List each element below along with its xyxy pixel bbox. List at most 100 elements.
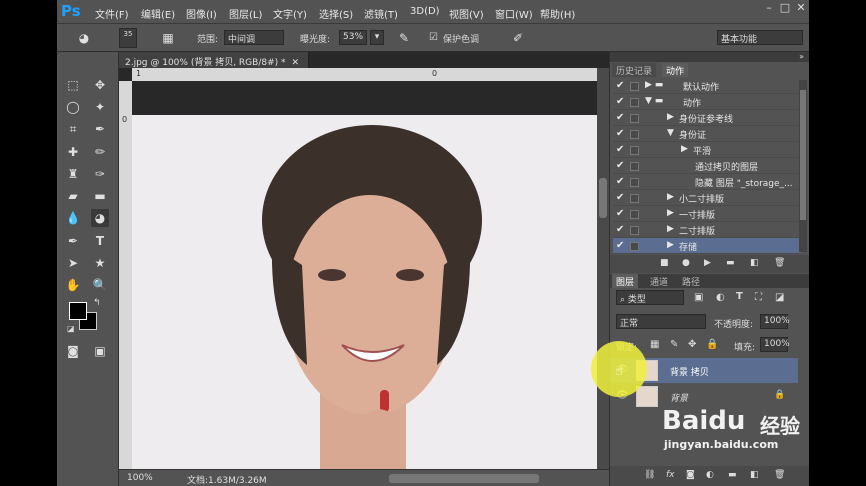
dialog-toggle-icon[interactable]	[630, 210, 639, 219]
layer-name[interactable]: 背景 拷贝	[670, 365, 709, 378]
filter-shape-icon[interactable]: ⛶	[755, 292, 762, 303]
expand-arrow-icon[interactable]: ▼ ▬	[645, 96, 663, 106]
dialog-toggle-icon[interactable]	[630, 226, 639, 235]
expand-arrow-icon[interactable]: ▶	[681, 144, 688, 154]
menu-filter[interactable]: 滤镜(T)	[364, 6, 398, 21]
list-item[interactable]: ✔ ▼ ▬ 动作	[613, 94, 801, 110]
brush-tool-icon[interactable]: ✏	[91, 143, 109, 161]
dialog-toggle-icon[interactable]	[630, 146, 639, 155]
tab-paths[interactable]: 路径	[678, 274, 704, 288]
expand-arrow-icon[interactable]: ▶	[667, 208, 674, 218]
default-colors-icon[interactable]: ◪	[67, 324, 75, 333]
check-icon[interactable]: ✔	[616, 160, 626, 171]
filter-adjust-icon[interactable]: ◐	[716, 292, 725, 303]
quick-mask-icon[interactable]: ◙	[64, 342, 82, 360]
dialog-toggle-icon[interactable]	[630, 114, 639, 123]
dodge-tool-icon[interactable]: ◕	[91, 209, 109, 227]
actions-scroll-thumb[interactable]	[800, 90, 806, 220]
menu-file[interactable]: 文件(F)	[95, 6, 129, 21]
menu-image[interactable]: 图像(I)	[186, 6, 217, 21]
menu-help[interactable]: 帮助(H)	[540, 6, 575, 21]
check-icon[interactable]: ✔	[616, 80, 626, 91]
play-icon[interactable]: ▶	[704, 258, 711, 268]
lock-position-icon[interactable]: ✥	[688, 339, 696, 350]
menu-layer[interactable]: 图层(L)	[229, 6, 262, 21]
text-tool-icon[interactable]: T	[91, 232, 109, 250]
collapse-panels-icon[interactable]: »	[799, 52, 804, 61]
screen-mode-icon[interactable]: ▣	[91, 342, 109, 360]
document-tab[interactable]: 2.jpg @ 100% (背景 拷贝, RGB/8#) * ✕	[119, 52, 309, 68]
path-select-icon[interactable]: ➤	[64, 254, 82, 272]
expand-arrow-icon[interactable]: ▶	[667, 224, 674, 234]
blend-mode-select[interactable]: 正常	[616, 314, 706, 329]
tab-actions[interactable]: 动作	[662, 63, 689, 77]
expand-arrow-icon[interactable]: ▶	[667, 192, 674, 202]
dialog-toggle-icon[interactable]	[630, 242, 639, 251]
foreground-color-swatch[interactable]	[69, 302, 87, 320]
filter-smart-icon[interactable]: ◪	[775, 292, 784, 303]
menu-select[interactable]: 选择(S)	[319, 6, 353, 21]
horizontal-scroll-thumb[interactable]	[389, 474, 539, 483]
list-item[interactable]: ✔ ▼ 身份证	[613, 126, 801, 142]
list-item[interactable]: ✔ ▶ 平滑	[613, 142, 801, 158]
zoom-level[interactable]: 100%	[127, 473, 153, 483]
menu-window[interactable]: 窗口(W)	[495, 6, 533, 21]
workspace-select[interactable]: 基本功能	[717, 30, 803, 45]
actions-scrollbar[interactable]	[799, 80, 807, 252]
delete-layer-icon[interactable]: 🗑	[774, 470, 785, 480]
pressure-icon[interactable]: ✐	[509, 29, 527, 47]
list-item[interactable]: ✔ 隐藏 图层 "_storage_...	[613, 174, 801, 190]
adjustment-layer-icon[interactable]: ◐	[706, 470, 714, 480]
document-info[interactable]: 文档:1.63M/3.26M	[187, 473, 267, 486]
exposure-dropdown-icon[interactable]: ▾	[370, 30, 384, 45]
close-icon[interactable]: ✕	[795, 2, 807, 14]
new-set-icon[interactable]: ▬	[726, 258, 735, 268]
expand-arrow-icon[interactable]: ▶ ▬	[645, 80, 663, 90]
lasso-tool-icon[interactable]: ◯	[64, 98, 82, 116]
check-icon[interactable]: ✔	[616, 240, 626, 251]
tab-channels[interactable]: 通道	[646, 274, 672, 288]
eyedropper-tool-icon[interactable]: ✒	[91, 120, 109, 138]
dialog-toggle-icon[interactable]	[630, 130, 639, 139]
crop-tool-icon[interactable]: ⌗	[64, 120, 82, 138]
check-icon[interactable]: ✔	[616, 144, 626, 155]
expand-arrow-icon[interactable]: ▼	[667, 128, 674, 138]
fill-input[interactable]: 100%	[760, 337, 790, 352]
fx-icon[interactable]: fx	[666, 470, 675, 480]
list-item[interactable]: ✔ ▶ 二寸排版	[613, 222, 801, 238]
list-item[interactable]: ✔ ▶ ▬ 默认动作	[613, 78, 801, 94]
vertical-scrollbar[interactable]	[597, 68, 609, 469]
filter-type-icon[interactable]: T	[736, 291, 743, 302]
minimize-icon[interactable]: –	[763, 2, 775, 14]
opacity-input[interactable]: 100%	[760, 314, 790, 329]
vertical-scroll-thumb[interactable]	[599, 178, 607, 218]
lock-all-icon[interactable]: 🔒	[706, 339, 718, 350]
range-select[interactable]: 中间调	[224, 30, 284, 45]
dialog-toggle-icon[interactable]	[630, 178, 639, 187]
lock-pixels-icon[interactable]: ▦	[650, 339, 659, 350]
new-group-icon[interactable]: ▬	[728, 470, 737, 480]
marquee-tool-icon[interactable]: ⬚	[64, 76, 82, 94]
list-item[interactable]: ✔ ▶ 小二寸排版	[613, 190, 801, 206]
pen-tool-icon[interactable]: ✒	[64, 232, 82, 250]
check-icon[interactable]: ✔	[616, 112, 626, 123]
link-layers-icon[interactable]: ⛓	[644, 470, 655, 480]
exposure-input[interactable]: 53%	[339, 30, 367, 45]
menu-edit[interactable]: 编辑(E)	[141, 6, 175, 21]
lock-image-icon[interactable]: ✎	[670, 339, 678, 350]
eraser-tool-icon[interactable]: ▰	[64, 187, 82, 205]
list-item[interactable]: ✔ 通过拷贝的图层	[613, 158, 801, 174]
expand-arrow-icon[interactable]: ▶	[667, 240, 674, 250]
tab-layers[interactable]: 图层	[612, 274, 639, 288]
menu-3d[interactable]: 3D(D)	[410, 6, 440, 17]
shape-tool-icon[interactable]: ★	[91, 254, 109, 272]
clone-stamp-icon[interactable]: ♜	[64, 165, 82, 183]
filter-pixel-icon[interactable]: ▣	[694, 292, 703, 303]
protect-tones-checkbox[interactable]: ☑	[429, 32, 438, 43]
dialog-toggle-icon[interactable]	[630, 98, 639, 107]
history-brush-icon[interactable]: ✑	[91, 165, 109, 183]
delete-action-icon[interactable]: 🗑	[774, 258, 785, 268]
check-icon[interactable]: ✔	[616, 128, 626, 139]
check-icon[interactable]: ✔	[616, 208, 626, 219]
stop-icon[interactable]: ■	[660, 258, 669, 268]
